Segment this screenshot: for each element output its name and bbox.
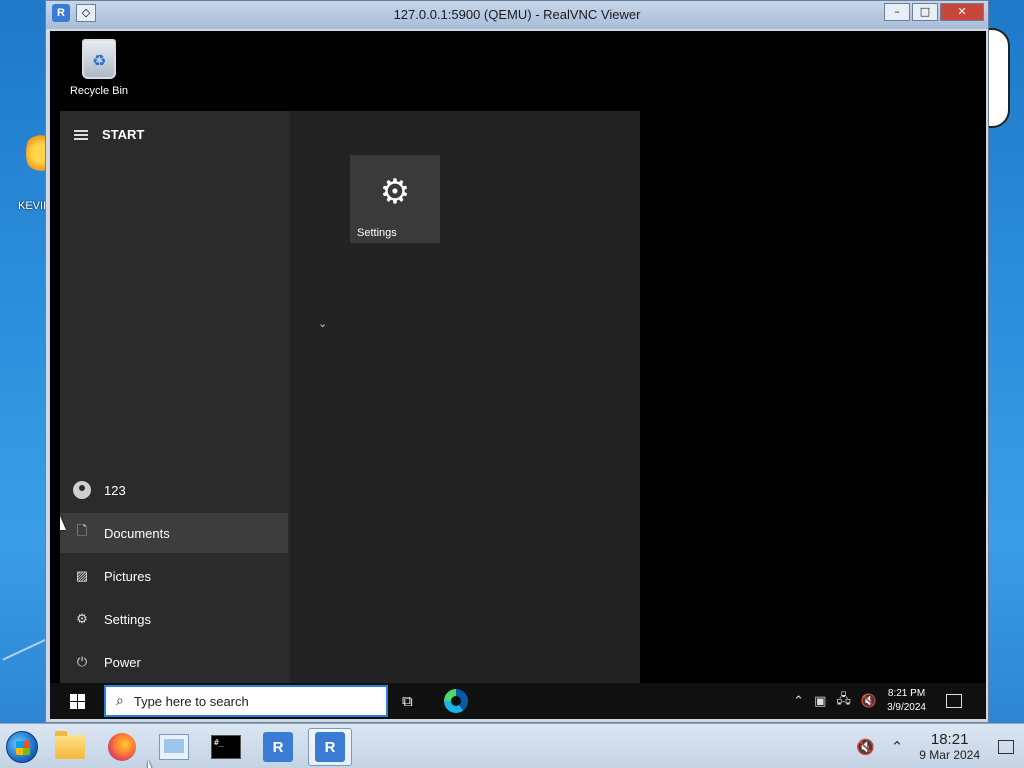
user-avatar-icon [73,481,91,499]
mouse-cursor [148,760,154,768]
host-system-tray: 🔇 ⌃ 18:21 9 Mar 2024 [856,724,1024,768]
start-item-settings[interactable]: ⚙ Settings [60,599,288,639]
guest-clock-time: 8:21 PM [887,688,926,699]
realvnc-icon: R [263,732,293,762]
window-title: 127.0.0.1:5900 (QEMU) - RealVNC Viewer [393,7,641,22]
vnc-viewer-window: R ◇ 127.0.0.1:5900 (QEMU) - RealVNC View… [45,0,989,723]
windows-start-icon[interactable] [70,694,85,709]
realvnc-task-button-2[interactable]: R [308,728,352,766]
guest-system-tray: ⌃ ▣ 🖧 🔇 8:21 PM 3/9/2024 [793,683,986,719]
notification-center-icon[interactable] [946,694,962,708]
search-input[interactable] [133,693,354,709]
guest-clock-date: 3/9/2024 [887,702,926,713]
chevron-up-icon[interactable]: ⌃ [891,738,904,756]
realvnc-icon: R [315,732,345,762]
host-clock-date: 9 Mar 2024 [919,748,980,762]
network-icon[interactable]: 🖧 [836,690,851,712]
recycle-bin-icon [82,39,116,79]
search-box[interactable]: ⌕ [104,685,388,717]
network-monitor-button[interactable] [152,728,196,766]
picture-icon: ▨ [75,568,89,583]
start-item-user[interactable]: 123 [60,470,288,510]
terminal-icon: #_ [211,735,241,759]
start-menu: START 123 🗋 Documents ▨ Pictures ⚙ Setti… [60,111,640,683]
search-icon: ⌕ [116,693,124,709]
host-clock-time: 18:21 [930,731,969,748]
start-item-pictures-label: Pictures [104,568,151,584]
start-item-pictures[interactable]: ▨ Pictures [60,556,288,596]
maximize-button[interactable]: □ [912,3,938,21]
volume-muted-icon[interactable]: 🔇 [856,738,875,756]
start-item-power-label: Power [104,654,141,670]
edge-browser-icon[interactable] [444,689,468,713]
minimize-button[interactable]: – [884,3,910,21]
start-menu-header: START [74,127,144,142]
start-item-documents[interactable]: 🗋 Documents [60,513,288,553]
start-item-user-label: 123 [104,482,126,498]
chevron-up-icon[interactable]: ⌃ [793,694,804,709]
start-menu-title: START [102,127,145,142]
recycle-bin-label: Recycle Bin [69,85,129,97]
start-menu-sidebar: START 123 🗋 Documents ▨ Pictures ⚙ Setti… [60,111,290,683]
host-start-button[interactable] [6,731,38,763]
realvnc-task-button-1[interactable]: R [256,728,300,766]
start-item-settings-label: Settings [104,611,151,627]
start-item-documents-label: Documents [104,525,170,541]
document-icon: 🗋 [76,523,88,538]
settings-tile-label: Settings [357,227,397,239]
remote-desktop-viewport[interactable]: Recycle Bin START 123 🗋 Documents ▨ [50,31,986,719]
show-desktop-icon[interactable] [998,739,1014,754]
settings-tile[interactable]: ⚙ Settings [350,155,440,243]
gear-icon: ⚙ [76,611,88,626]
guest-clock[interactable]: 8:21 PM 3/9/2024 [887,687,926,715]
guest-taskbar: ⌕ ⧉ ⌃ ▣ 🖧 🔇 8:21 PM 3/9/2024 [50,683,986,719]
mouse-cursor [60,516,66,530]
terminal-button[interactable]: #_ [204,728,248,766]
task-view-icon[interactable]: ⧉ [402,692,413,710]
chevron-down-icon[interactable]: ⌄ [318,317,327,330]
host-clock[interactable]: 18:21 9 Mar 2024 [919,731,980,762]
firefox-button[interactable] [100,728,144,766]
volume-muted-icon[interactable]: 🔇 [861,694,877,709]
firefox-icon [108,733,136,761]
window-titlebar[interactable]: R ◇ 127.0.0.1:5900 (QEMU) - RealVNC View… [46,1,988,29]
network-monitor-icon [159,734,189,760]
recycle-bin[interactable]: Recycle Bin [64,39,134,97]
gear-icon: ⚙ [379,172,411,212]
start-item-power[interactable]: ⏻ Power [60,642,288,682]
file-manager-button[interactable] [48,728,92,766]
power-icon: ⏻ [76,654,88,669]
close-button[interactable]: ✕ [940,3,984,21]
meet-now-icon[interactable]: ▣ [814,694,826,709]
hamburger-menu-icon[interactable] [74,129,88,140]
folder-icon [55,731,85,759]
